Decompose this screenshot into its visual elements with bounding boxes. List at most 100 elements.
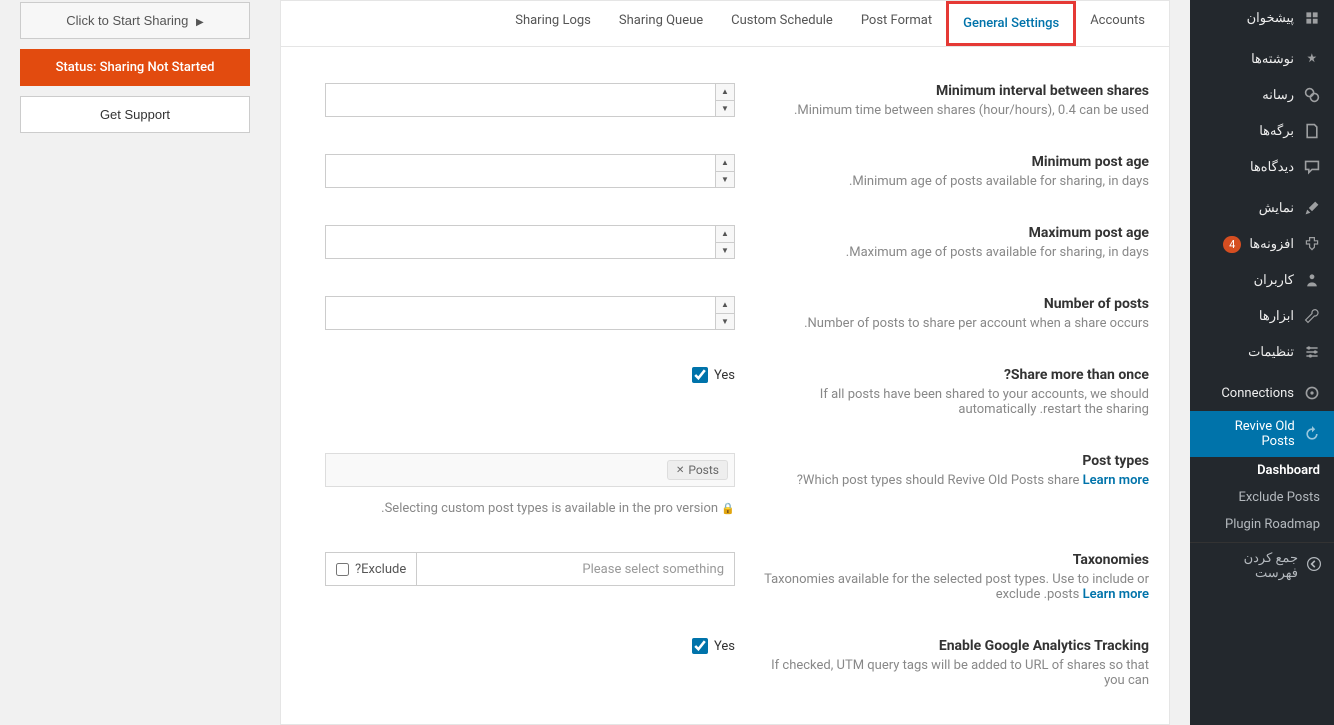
field-desc: ?Which post types should Revive Old Post… — [759, 473, 1149, 488]
post-types-select[interactable]: ✕Posts — [325, 453, 735, 487]
dashboard-icon — [1302, 8, 1322, 28]
spinner-down[interactable]: ▼ — [716, 314, 734, 330]
field-title: Taxonomies — [759, 552, 1149, 568]
learn-more-link[interactable]: Learn more — [1083, 587, 1149, 602]
tabs-bar: Sharing Logs Sharing Queue Custom Schedu… — [281, 1, 1169, 47]
menu-label: نوشته‌ها — [1251, 52, 1294, 67]
status-banner: Status: Sharing Not Started — [20, 49, 250, 86]
spinner-down[interactable]: ▼ — [716, 243, 734, 259]
collapse-label: جمع کردن فهرست — [1202, 551, 1298, 581]
row-ga-tracking: Yes Enable Google Analytics Tracking If … — [301, 620, 1149, 706]
exclude-checkbox[interactable] — [336, 563, 349, 576]
sliders-icon — [1302, 342, 1322, 362]
menu-label: پیشخوان — [1247, 11, 1294, 26]
menu-label: افزونه‌ها — [1249, 237, 1294, 252]
num-posts-input[interactable] — [325, 296, 715, 330]
menu-label: رسانه — [1262, 88, 1294, 103]
menu-label: Connections — [1221, 386, 1294, 401]
tab-accounts[interactable]: Accounts — [1076, 1, 1159, 46]
users-icon — [1302, 270, 1322, 290]
start-sharing-button[interactable]: Click to Start Sharing — [20, 2, 250, 39]
row-taxonomies: ?Exclude Please select something Taxonom… — [301, 534, 1149, 620]
submenu-plugin-roadmap[interactable]: Plugin Roadmap — [1190, 511, 1334, 538]
min-interval-input[interactable] — [325, 83, 715, 117]
collapse-menu[interactable]: جمع کردن فهرست — [1190, 542, 1334, 589]
spinner-up[interactable]: ▲ — [716, 155, 734, 172]
spinner: ▲ ▼ — [715, 83, 735, 117]
field-desc: Taxonomies available for the selected po… — [759, 572, 1149, 602]
page-icon — [1302, 121, 1322, 141]
tab-sharing-queue[interactable]: Sharing Queue — [605, 1, 717, 46]
row-num-posts: ▲▼ Number of posts .Number of posts to s… — [301, 278, 1149, 349]
media-icon — [1302, 85, 1322, 105]
menu-posts[interactable]: نوشته‌ها — [1190, 41, 1334, 77]
field-desc: .Minimum time between shares (hour/hours… — [759, 103, 1149, 118]
menu-media[interactable]: رسانه — [1190, 77, 1334, 113]
submenu-exclude-posts[interactable]: Exclude Posts — [1190, 484, 1334, 511]
menu-appearance[interactable]: نمایش — [1190, 190, 1334, 226]
field-title: Minimum post age — [759, 154, 1149, 170]
comment-icon — [1302, 157, 1322, 177]
row-share-more: Yes ?Share more than once If all posts h… — [301, 349, 1149, 435]
admin-sidebar: پیشخوان نوشته‌ها رسانه برگه‌ها دیدگاه‌ها… — [1190, 0, 1334, 725]
row-max-age: ▲▼ Maximum post age .Maximum age of post… — [301, 207, 1149, 278]
menu-users[interactable]: کاربران — [1190, 262, 1334, 298]
min-age-input[interactable] — [325, 154, 715, 188]
pin-icon — [1302, 49, 1322, 69]
action-sidebar: Click to Start Sharing Status: Sharing N… — [20, 0, 250, 725]
tab-general-settings[interactable]: General Settings — [946, 1, 1076, 46]
row-post-types: ✕Posts .Selecting custom post types is a… — [301, 435, 1149, 534]
update-badge: 4 — [1223, 236, 1241, 253]
remove-icon[interactable]: ✕ — [676, 465, 684, 476]
menu-dashboard[interactable]: پیشخوان — [1190, 0, 1334, 36]
connections-icon — [1302, 383, 1322, 403]
menu-label: برگه‌ها — [1259, 124, 1294, 139]
row-min-age: ▲▼ Minimum post age .Minimum age of post… — [301, 136, 1149, 207]
field-desc: If checked, UTM query tags will be added… — [759, 658, 1149, 688]
menu-pages[interactable]: برگه‌ها — [1190, 113, 1334, 149]
spinner-down[interactable]: ▼ — [716, 172, 734, 188]
row-min-interval: ▲ ▼ Minimum interval between shares .Min… — [301, 65, 1149, 136]
plugin-icon — [1302, 234, 1322, 254]
wrench-icon — [1302, 306, 1322, 326]
tab-custom-schedule[interactable]: Custom Schedule — [717, 1, 847, 46]
taxonomies-select[interactable]: Please select something — [416, 552, 735, 586]
learn-more-link[interactable]: Learn more — [1083, 473, 1149, 488]
max-age-input[interactable] — [325, 225, 715, 259]
tab-sharing-logs[interactable]: Sharing Logs — [501, 1, 605, 46]
menu-label: ابزارها — [1259, 309, 1294, 324]
get-support-button[interactable]: Get Support — [20, 96, 250, 133]
field-title: Minimum interval between shares — [759, 83, 1149, 99]
submenu-dashboard[interactable]: Dashboard — [1190, 457, 1334, 484]
post-type-chip: ✕Posts — [667, 460, 728, 480]
menu-label: نمایش — [1259, 201, 1294, 216]
menu-connections[interactable]: Connections — [1190, 375, 1334, 411]
lock-icon: 🔒 — [721, 502, 735, 515]
menu-label: Revive Old Posts — [1202, 419, 1295, 449]
menu-comments[interactable]: دیدگاه‌ها — [1190, 149, 1334, 185]
settings-panel: Sharing Logs Sharing Queue Custom Schedu… — [280, 0, 1170, 725]
menu-tools[interactable]: ابزارها — [1190, 298, 1334, 334]
field-title: Number of posts — [759, 296, 1149, 312]
spinner-up[interactable]: ▲ — [716, 297, 734, 314]
spinner-up[interactable]: ▲ — [716, 84, 734, 101]
field-title: Enable Google Analytics Tracking — [759, 638, 1149, 654]
tab-post-format[interactable]: Post Format — [847, 1, 946, 46]
brush-icon — [1302, 198, 1322, 218]
menu-plugins[interactable]: افزونه‌ها 4 — [1190, 226, 1334, 262]
spinner-down[interactable]: ▼ — [716, 101, 734, 117]
field-desc: .Minimum age of posts available for shar… — [759, 174, 1149, 189]
spinner-up[interactable]: ▲ — [716, 226, 734, 243]
exclude-checkbox-wrap: ?Exclude — [325, 552, 416, 586]
exclude-label: ?Exclude — [355, 562, 406, 577]
share-more-checkbox[interactable] — [692, 367, 708, 383]
checkbox-label: Yes — [714, 368, 735, 383]
ga-checkbox[interactable] — [692, 638, 708, 654]
field-desc: If all posts have been shared to your ac… — [759, 387, 1149, 417]
menu-label: تنظیمات — [1248, 345, 1294, 360]
menu-label: دیدگاه‌ها — [1250, 160, 1294, 175]
menu-settings[interactable]: تنظیمات — [1190, 334, 1334, 370]
field-desc: .Number of posts to share per account wh… — [759, 316, 1149, 331]
menu-revive-old-posts[interactable]: Revive Old Posts — [1190, 411, 1334, 457]
collapse-icon — [1306, 556, 1322, 576]
